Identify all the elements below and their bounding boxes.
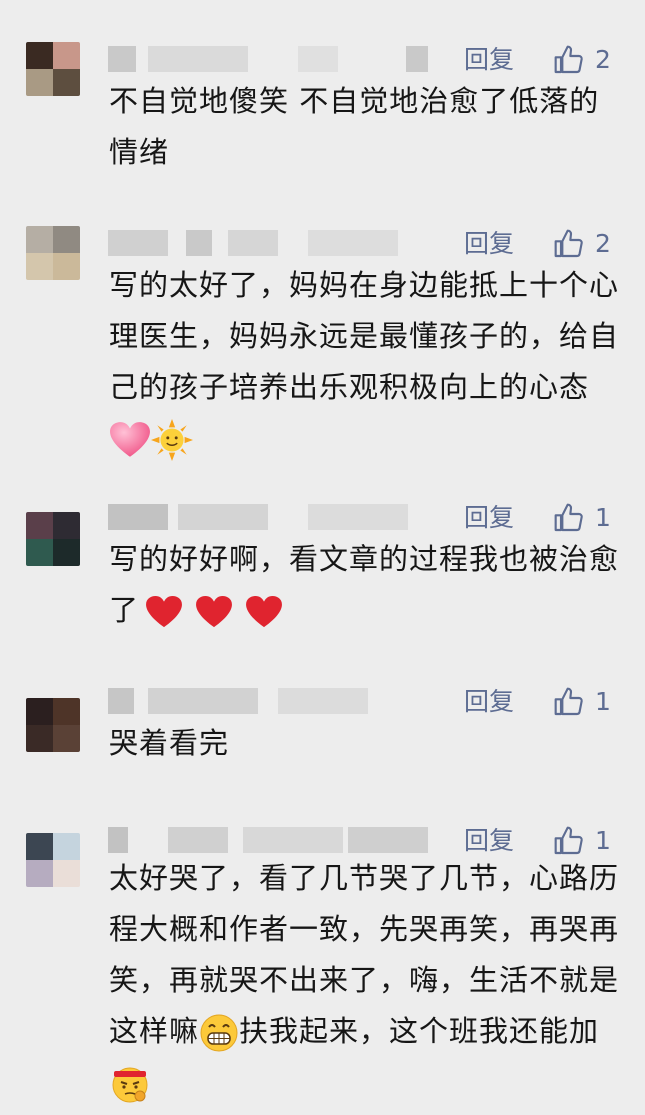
reply-button[interactable]: 回复	[464, 500, 514, 536]
avatar-tile	[53, 539, 80, 566]
avatar-tile	[53, 860, 80, 887]
avatar-tile	[26, 512, 53, 539]
avatar-tile	[26, 833, 53, 860]
comment-text-content-2: 扶我起来，这个班我还能加	[239, 1014, 600, 1048]
like-button[interactable]: 1	[553, 684, 611, 720]
like-button[interactable]: 2	[553, 226, 611, 262]
avatar-tile	[53, 69, 80, 96]
avatar-tile	[26, 226, 53, 253]
blurred-username[interactable]	[108, 46, 428, 72]
blurred-username[interactable]	[108, 827, 428, 853]
avatar-tile	[26, 42, 53, 69]
comment-text: 太好哭了，看了几节哭了几节，心路历程大概和作者一致，先哭再笑，再哭再笑，再就哭不…	[109, 853, 619, 1108]
avatar-tile	[53, 226, 80, 253]
thumbs-up-icon	[554, 503, 583, 532]
comment-text-content: 不自觉地傻笑 不自觉地治愈了低落的情绪	[109, 84, 600, 169]
comment-text-content: 写的好好啊，看文章的过程我也被治愈了	[109, 542, 620, 627]
comment-text: 不自觉地傻笑 不自觉地治愈了低落的情绪	[109, 76, 619, 178]
pink-heart-icon	[110, 422, 150, 457]
avatar-tile	[26, 725, 53, 752]
blurred-username[interactable]	[108, 230, 428, 256]
avatar-tile	[26, 698, 53, 725]
grinning-face-icon	[200, 1014, 238, 1052]
avatar-tile	[53, 253, 80, 280]
avatar[interactable]	[26, 226, 80, 280]
like-count: 1	[595, 503, 611, 532]
reply-button[interactable]: 回复	[464, 42, 514, 78]
thumbs-up-icon	[554, 45, 583, 74]
comment-text-content: 写的太好了，妈妈在身边能抵上十个心理医生，妈妈永远是最懂孩子的，给自己的孩子培养…	[109, 268, 620, 404]
avatar-tile	[53, 698, 80, 725]
blurred-username[interactable]	[108, 688, 428, 714]
avatar-tile	[53, 512, 80, 539]
thumbs-up-icon	[554, 229, 583, 258]
red-heart-icon	[246, 595, 282, 628]
like-button[interactable]: 1	[553, 500, 611, 536]
avatar-tile	[53, 42, 80, 69]
avatar[interactable]	[26, 42, 80, 96]
reply-button[interactable]: 回复	[464, 226, 514, 262]
comment-text: 写的好好啊，看文章的过程我也被治愈了	[109, 534, 619, 636]
sun-face-icon	[151, 419, 193, 461]
angry-face-icon	[112, 1067, 148, 1103]
reply-button[interactable]: 回复	[464, 684, 514, 720]
like-count: 1	[595, 687, 611, 716]
comment-text: 写的太好了，妈妈在身边能抵上十个心理医生，妈妈永远是最懂孩子的，给自己的孩子培养…	[109, 260, 619, 464]
avatar[interactable]	[26, 833, 80, 887]
avatar-tile	[26, 253, 53, 280]
like-button[interactable]: 2	[553, 42, 611, 78]
like-count: 2	[595, 229, 611, 258]
blurred-username[interactable]	[108, 504, 428, 530]
avatar-tile	[26, 69, 53, 96]
comment-text: 哭着看完	[109, 718, 619, 769]
avatar[interactable]	[26, 698, 80, 752]
avatar-tile	[53, 833, 80, 860]
red-heart-icon	[196, 595, 232, 628]
avatar-tile	[53, 725, 80, 752]
avatar[interactable]	[26, 512, 80, 566]
comment-text-content: 哭着看完	[109, 726, 230, 760]
like-count: 2	[595, 45, 611, 74]
avatar-tile	[26, 860, 53, 887]
thumbs-up-icon	[554, 687, 583, 716]
red-heart-icon	[146, 595, 182, 628]
avatar-tile	[26, 539, 53, 566]
